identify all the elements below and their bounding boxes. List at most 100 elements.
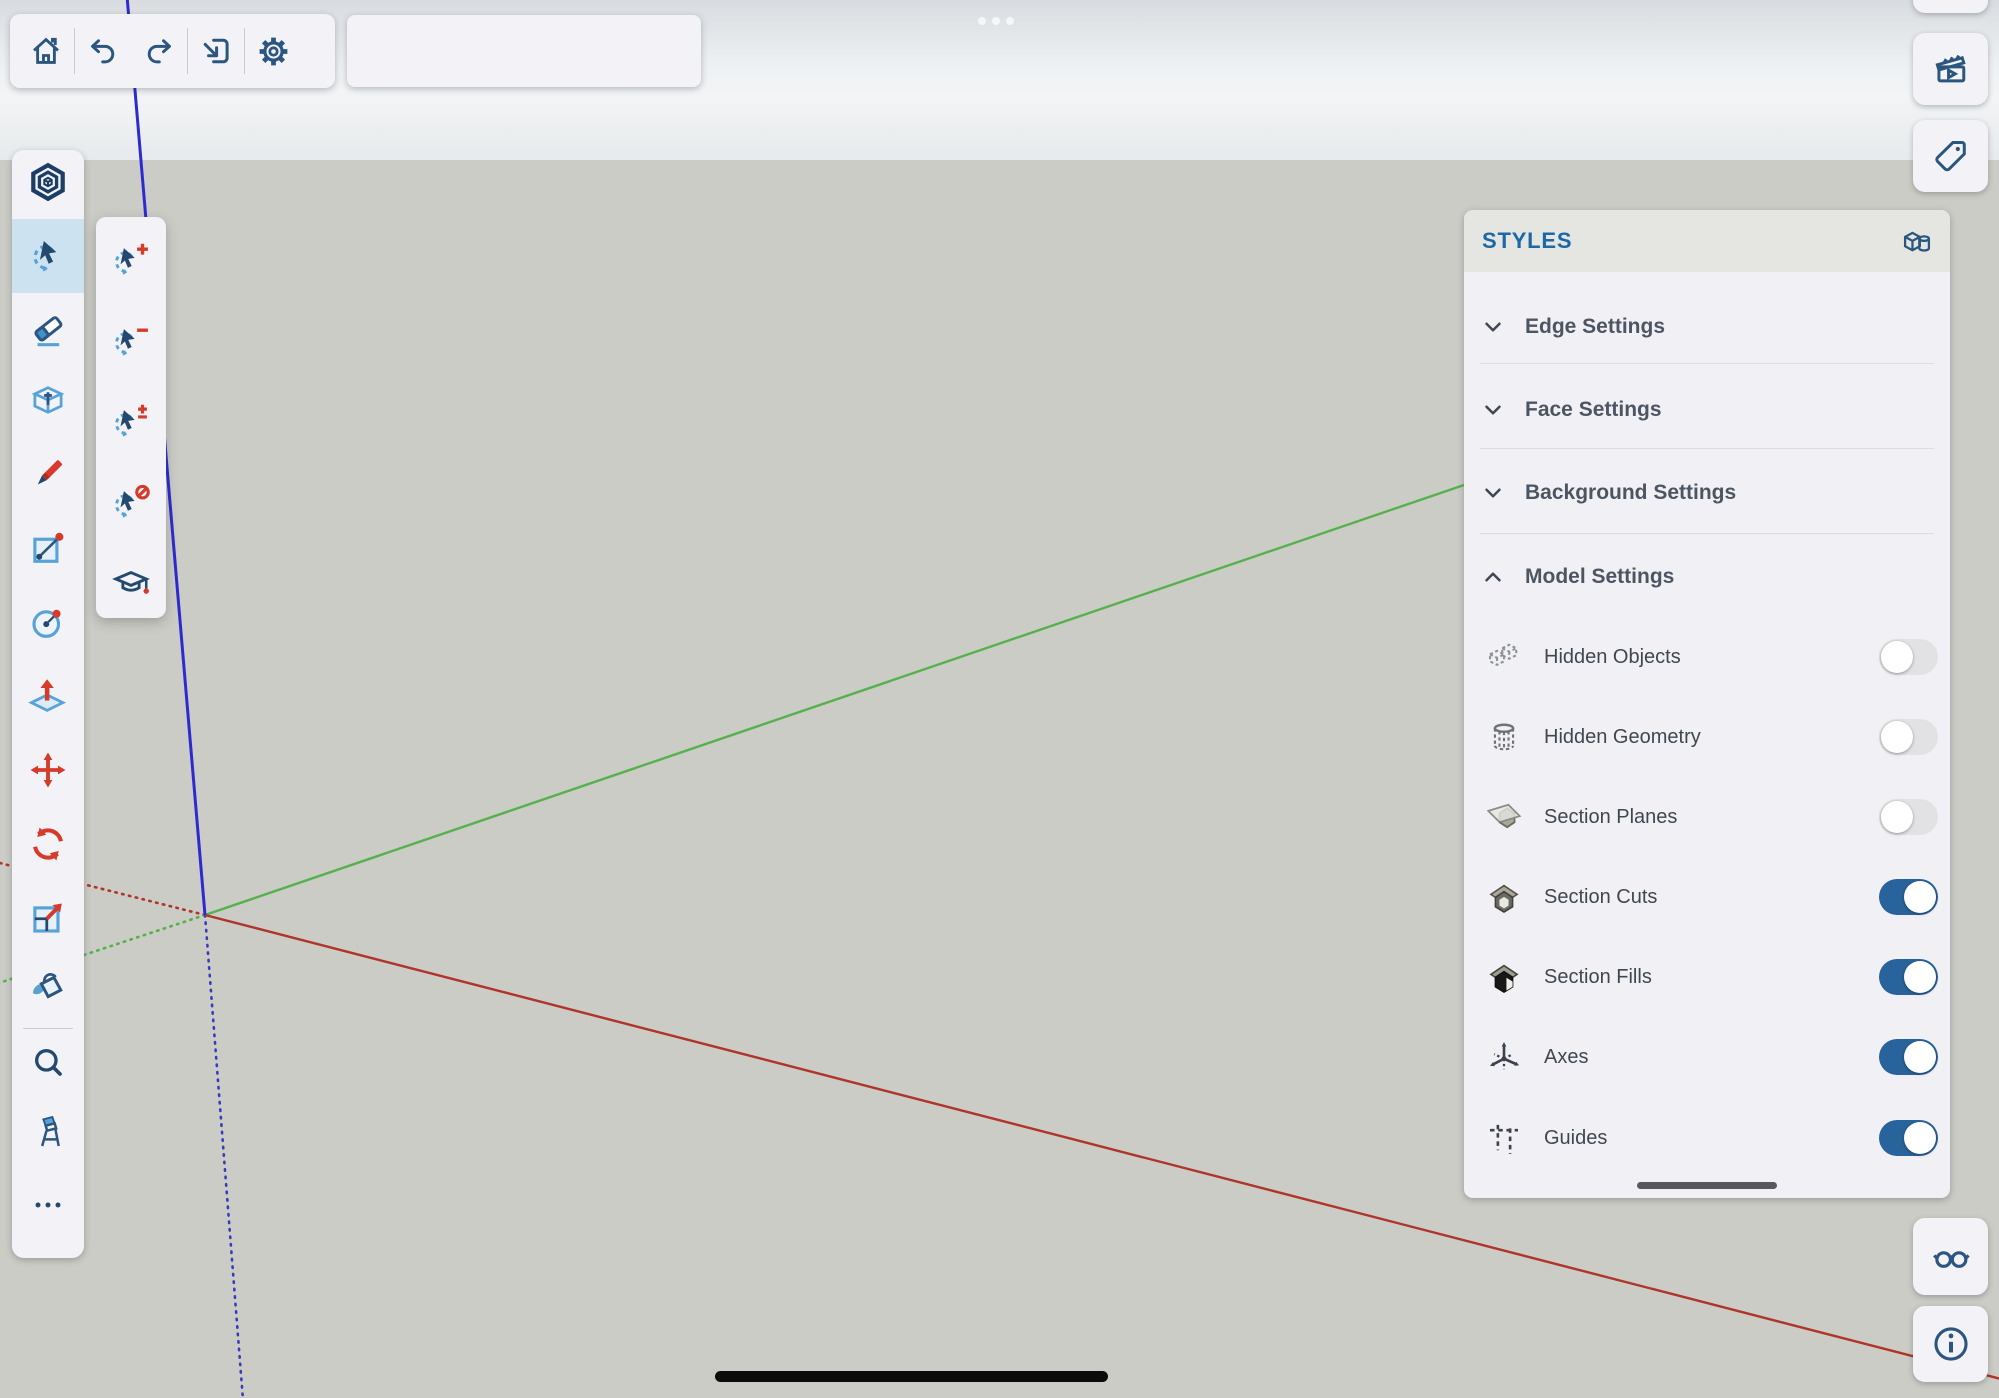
select-subtract-button[interactable] [109,318,153,362]
tool-rectangle[interactable] [26,526,70,570]
home-icon [28,33,64,69]
chevron-down-icon [1480,397,1506,423]
section-separator [1480,363,1934,364]
tool-zoom[interactable] [26,1041,70,1085]
hidden-objects-toggle[interactable] [1879,639,1938,675]
tool-scale[interactable] [26,895,70,939]
chevron-up-icon [1480,564,1506,590]
scale-icon [27,896,69,938]
row-hidden-geometry: Hidden Geometry [1464,705,1950,769]
scenes-button[interactable] [1913,33,1988,105]
pencil-icon [27,453,69,495]
sketchup-ipad-app: STYLES Edge Settings Face Settings [0,0,1999,1398]
tool-push-pull[interactable] [26,674,70,718]
tool-move[interactable] [26,748,70,792]
section-edge-settings[interactable]: Edge Settings [1464,312,1950,342]
rectangle-icon [27,527,69,569]
tool-select[interactable] [26,234,70,278]
sidebar-divider [23,1028,73,1029]
graduation-cap-icon [109,560,153,604]
axes-icon [1482,1035,1526,1079]
select-toggle-button[interactable] [109,399,153,443]
section-cuts-toggle[interactable] [1879,879,1938,915]
eraser-icon [27,309,69,351]
section-cuts-icon [1482,875,1526,919]
select-none-button[interactable] [109,480,153,524]
styles-panel: STYLES Edge Settings Face Settings [1464,210,1950,1198]
tool-sidebar [12,150,84,1258]
guides-icon [1482,1116,1526,1160]
section-planes-toggle[interactable] [1879,799,1938,835]
row-hidden-objects: Hidden Objects [1464,625,1950,689]
tool-eraser[interactable] [26,308,70,352]
styles-panel-title: STYLES [1482,210,1572,272]
magnifier-icon [28,1043,68,1083]
select-subtract-icon [109,318,153,362]
tags-button[interactable] [1913,120,1988,192]
rotate-icon [27,823,69,865]
clapperboard-icon [1930,48,1972,90]
tool-rotate[interactable] [26,822,70,866]
gear-icon [255,33,292,70]
circle-icon [27,601,69,643]
info-button[interactable] [1913,1306,1988,1382]
settings-button[interactable] [245,23,301,79]
top-toolbar [10,14,335,88]
row-section-planes: Section Planes [1464,785,1950,849]
axes-toggle[interactable] [1879,1039,1938,1075]
partial-top-button[interactable] [1913,0,1988,13]
sketchup-logo-icon [27,161,69,203]
more-tools-button[interactable] [26,1183,70,1227]
box-icon [27,379,69,421]
undo-icon [86,34,120,68]
home-button[interactable] [18,23,74,79]
chevron-down-icon [1480,314,1506,340]
paint-bucket-icon [27,967,69,1009]
chevron-down-icon [1480,480,1506,506]
hidden-geometry-toggle[interactable] [1879,719,1938,755]
row-section-cuts: Section Cuts [1464,865,1950,929]
tool-circle[interactable] [26,600,70,644]
multitask-indicator[interactable] [978,17,1014,25]
marker-icon [28,1112,68,1152]
tool-pencil-line[interactable] [26,452,70,496]
row-section-fills: Section Fills [1464,945,1950,1009]
redo-icon [142,34,176,68]
tool-marker[interactable] [26,1110,70,1154]
section-separator [1480,448,1934,449]
section-separator [1480,533,1934,534]
select-training-button[interactable] [109,560,153,604]
move-icon [27,749,69,791]
tool-paint-bucket[interactable] [26,966,70,1010]
row-guides: Guides [1464,1106,1950,1170]
guides-toggle[interactable] [1879,1120,1938,1156]
export-icon [198,33,234,69]
undo-button[interactable] [75,23,131,79]
more-dots-icon [28,1185,68,1225]
export-button[interactable] [188,23,244,79]
select-none-icon [109,480,153,524]
hidden-objects-icon [1482,635,1526,679]
select-icon [27,235,69,277]
section-planes-icon [1482,795,1526,839]
xray-button[interactable] [1913,1218,1988,1295]
sketchup-logo-button[interactable] [26,160,70,204]
tag-icon [1930,135,1972,177]
select-flyout [96,217,166,618]
redo-button[interactable] [131,23,187,79]
row-axes: Axes [1464,1025,1950,1089]
select-add-button[interactable] [109,237,153,281]
info-icon [1929,1322,1973,1366]
section-model-settings[interactable]: Model Settings [1464,562,1950,592]
push-pull-icon [27,675,69,717]
glasses-icon [1929,1235,1973,1279]
panel-drag-handle[interactable] [1637,1182,1777,1189]
shapes-icon[interactable] [1900,225,1934,259]
secondary-toolbar[interactable] [347,15,701,87]
home-indicator[interactable] [715,1371,1108,1382]
tool-box[interactable] [26,378,70,422]
section-fills-toggle[interactable] [1879,959,1938,995]
section-face-settings[interactable]: Face Settings [1464,395,1950,425]
section-background-settings[interactable]: Background Settings [1464,478,1950,508]
hidden-geometry-icon [1482,715,1526,759]
